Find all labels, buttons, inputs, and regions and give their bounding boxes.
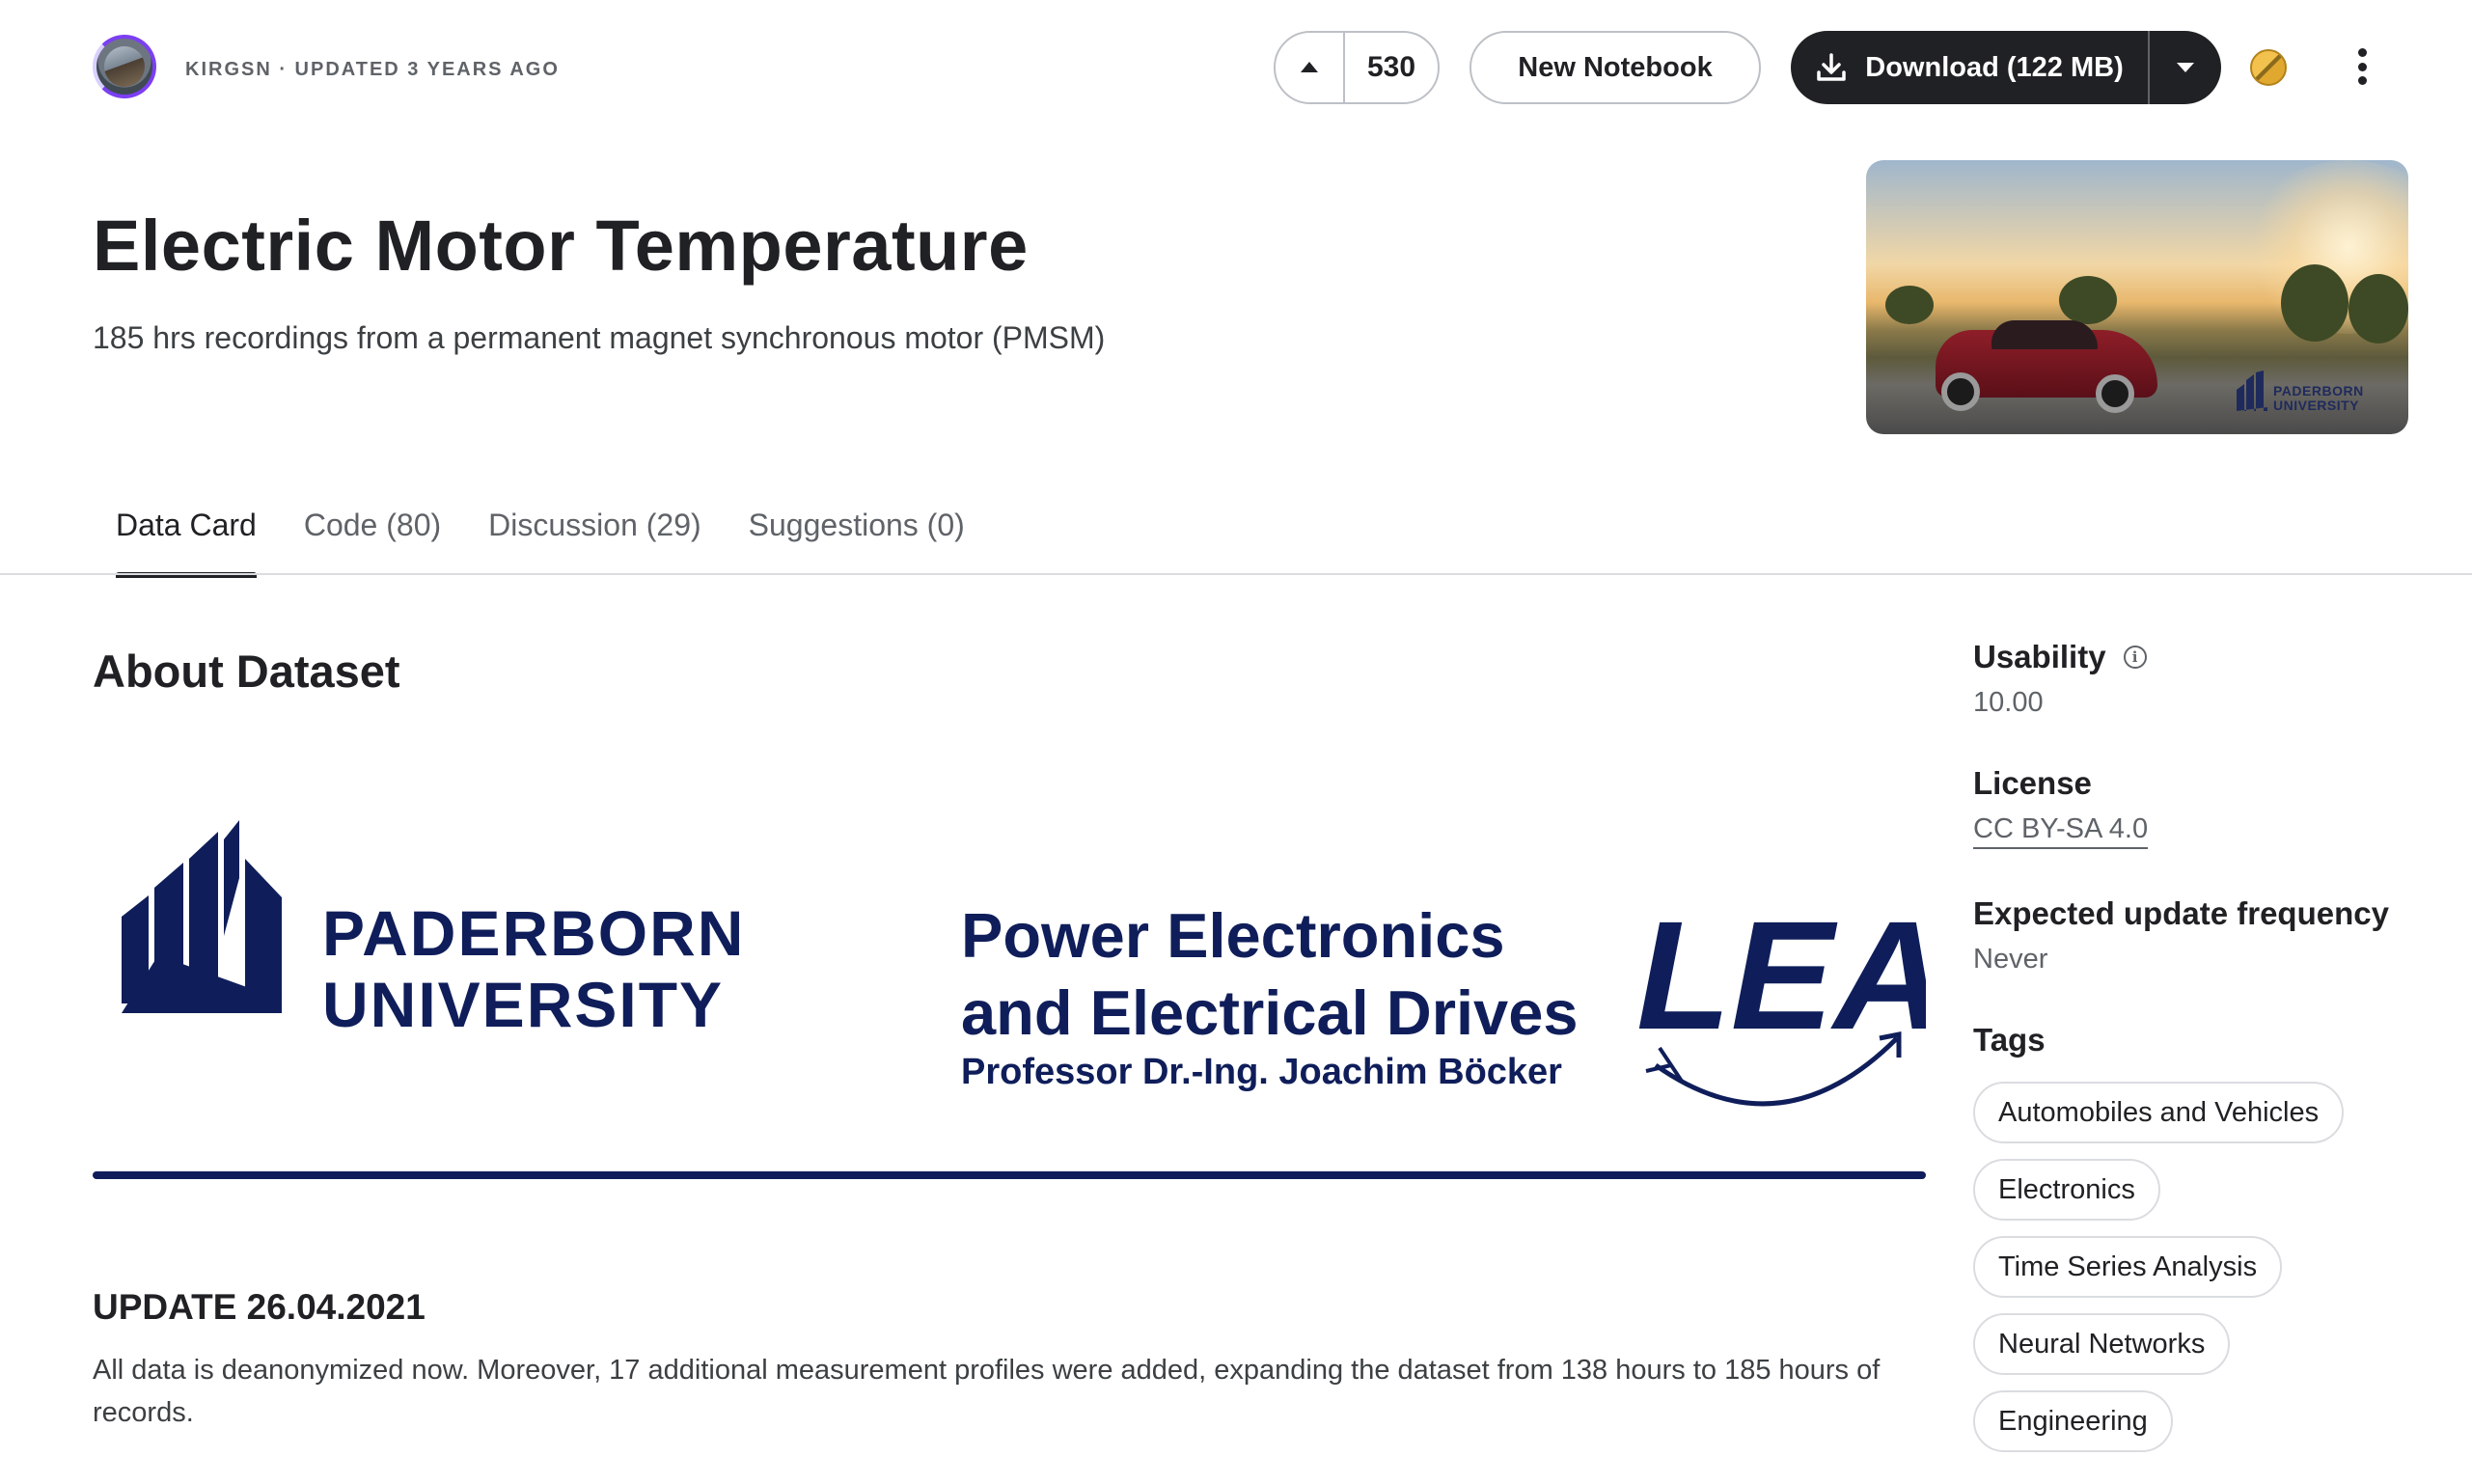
vote-count: 530	[1366, 51, 1416, 83]
tag-chip[interactable]: Automobiles and Vehicles	[1973, 1082, 2345, 1143]
tags-section: Tags Automobiles and Vehicles Electronic…	[1973, 1022, 2427, 1452]
usability-section: Usability i 10.00	[1973, 639, 2427, 719]
tag-chip[interactable]: Engineering	[1973, 1390, 2173, 1452]
upvote-button[interactable]	[1276, 33, 1345, 102]
frequency-value: Never	[1973, 944, 2048, 975]
dataset-sidebar: Usability i 10.00 License CC BY-SA 4.0 E…	[1973, 639, 2427, 1452]
chevron-down-icon	[2177, 63, 2194, 72]
avatar-image	[104, 46, 145, 87]
paderborn-university-logo	[122, 820, 282, 1013]
tab-discussion[interactable]: Discussion (29)	[488, 502, 701, 578]
download-button[interactable]: Download (122 MB)	[1791, 31, 2150, 104]
kebab-menu-icon[interactable]	[2347, 44, 2377, 89]
tag-chip[interactable]: Time Series Analysis	[1973, 1236, 2283, 1298]
tag-list: Automobiles and Vehicles Electronics Tim…	[1973, 1082, 2427, 1452]
tabs-divider	[0, 573, 2472, 575]
medal-icon	[2250, 49, 2287, 86]
tab-data-card[interactable]: Data Card	[93, 502, 257, 578]
cover-university-logo: PADERBORN UNIVERSITY	[2235, 371, 2364, 413]
download-options-button[interactable]	[2150, 31, 2221, 104]
banner-professor: Professor Dr.-Ing. Joachim Böcker	[961, 1052, 1562, 1092]
vote-control: 530	[1274, 31, 1440, 104]
banner-department: Power Electronics and Electrical Drives	[961, 900, 1579, 1048]
update-text: All data is deanonymized now. Moreover, …	[93, 1355, 1881, 1428]
tags-heading: Tags	[1973, 1022, 2046, 1058]
dataset-subtitle: 185 hrs recordings from a permanent magn…	[93, 320, 1106, 355]
usability-heading: Usability i	[1973, 639, 2427, 675]
dataset-header: KIRGSN · UPDATED 3 YEARS AGO 530 New Not…	[0, 0, 2472, 135]
banner-divider	[93, 1171, 1926, 1179]
info-icon[interactable]: i	[2123, 646, 2147, 669]
license-link[interactable]: CC BY-SA 4.0	[1973, 813, 2149, 849]
new-notebook-button[interactable]: New Notebook	[1469, 31, 1761, 104]
tab-code[interactable]: Code (80)	[304, 502, 441, 578]
user-avatar[interactable]	[93, 35, 156, 98]
about-dataset-heading: About Dataset	[93, 646, 400, 697]
tab-suggestions[interactable]: Suggestions (0)	[749, 502, 965, 578]
download-split-button: Download (122 MB)	[1791, 31, 2221, 104]
license-heading: License	[1973, 765, 2092, 801]
banner-university-name: PADERBORN UNIVERSITY	[322, 897, 746, 1040]
dataset-cover-image: PADERBORN UNIVERSITY	[1866, 160, 2408, 434]
update-heading: UPDATE 26.04.2021	[93, 1287, 426, 1327]
owner-byline: KIRGSN · UPDATED 3 YEARS AGO	[185, 59, 560, 80]
usability-value: 10.00	[1973, 687, 2044, 718]
tag-chip[interactable]: Neural Networks	[1973, 1313, 2231, 1375]
lea-logo: LEA	[1636, 893, 1926, 1107]
tag-chip[interactable]: Electronics	[1973, 1159, 2160, 1221]
download-icon	[1817, 53, 1847, 81]
dataset-title: Electric Motor Temperature	[93, 206, 1029, 286]
license-section: License CC BY-SA 4.0	[1973, 765, 2427, 849]
upvote-arrow-icon	[1301, 62, 1318, 72]
download-label: Download (122 MB)	[1865, 51, 2124, 83]
dataset-banner: PADERBORN UNIVERSITY Power Electronics a…	[93, 809, 1928, 1117]
frequency-heading: Expected update frequency	[1973, 895, 2389, 931]
frequency-section: Expected update frequency Never	[1973, 895, 2427, 976]
dataset-tabs: Data Card Code (80) Discussion (29) Sugg…	[93, 502, 1012, 578]
